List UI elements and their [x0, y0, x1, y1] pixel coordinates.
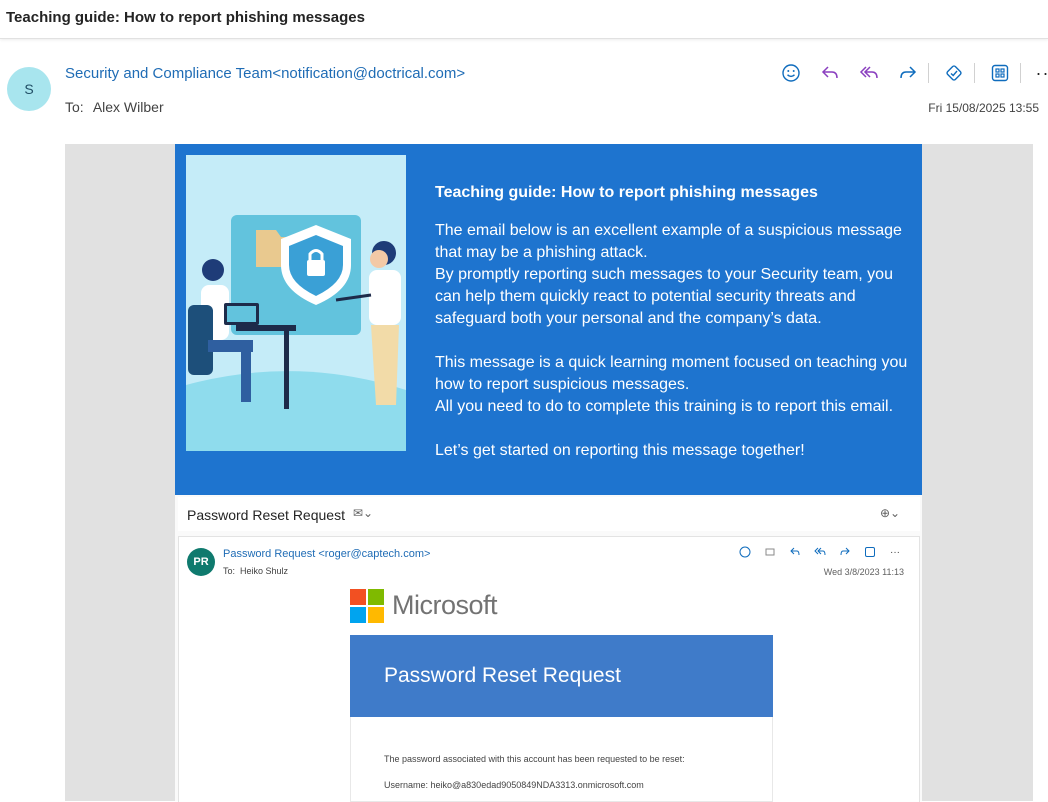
toolbar-divider: [974, 63, 975, 83]
embedded-avatar: PR: [187, 548, 215, 576]
subject-bar: Teaching guide: How to report phishing m…: [0, 0, 1048, 39]
microsoft-logo-icon: [350, 589, 384, 623]
reset-username: Username: heiko@a830edad9050849NDA3313.o…: [384, 780, 644, 790]
banner-text: The email below is an excellent example …: [435, 220, 915, 462]
embedded-date: Wed 3/8/2023 11:13: [823, 567, 904, 577]
banner-title: Teaching guide: How to report phishing m…: [435, 184, 818, 201]
microsoft-brand: Microsoft: [392, 590, 498, 620]
embedded-more-icon: ···: [890, 546, 900, 558]
embedded-emoji-icon: [738, 545, 752, 559]
sender-name[interactable]: Security and Compliance Team<notificatio…: [65, 65, 465, 82]
embedded-tag-icon: [763, 545, 777, 559]
toolbar-divider: [1020, 63, 1021, 83]
recipient-line: To: Alex Wilber: [65, 99, 164, 115]
embedded-reply-icon: [788, 545, 802, 559]
banner-paragraph: All you need to do to complete this trai…: [435, 398, 894, 415]
banner-paragraph: By promptly reporting such messages to y…: [435, 266, 893, 327]
embedded-tag-icon: ✉⌄: [353, 506, 374, 520]
banner-paragraph: Let’s get started on reporting this mess…: [435, 442, 805, 459]
message-actions: ···: [778, 60, 1048, 86]
sender-avatar[interactable]: S: [7, 67, 51, 111]
toolbar-divider: [928, 63, 929, 83]
email-subject: Teaching guide: How to report phishing m…: [6, 9, 365, 26]
reply-all-icon[interactable]: [856, 60, 882, 86]
embedded-zoom-icon: ⊕⌄: [880, 506, 901, 520]
apps-icon[interactable]: [987, 60, 1013, 86]
embedded-sender: Password Request <roger@captech.com>: [223, 548, 431, 560]
reset-banner-title: Password Reset Request: [384, 664, 621, 687]
embedded-forward-icon: [838, 545, 852, 559]
reset-text: The password associated with this accoun…: [384, 754, 685, 764]
embedded-actions: ···: [738, 545, 913, 559]
training-illustration: [186, 155, 406, 451]
email-date: Fri 15/08/2025 13:55: [928, 101, 1039, 115]
emoji-icon[interactable]: [778, 60, 804, 86]
forward-icon[interactable]: [895, 60, 921, 86]
embedded-apps-icon: [863, 545, 877, 559]
more-icon[interactable]: ···: [1033, 60, 1048, 86]
banner-paragraph: The email below is an excellent example …: [435, 222, 902, 261]
banner-paragraph: This message is a quick learning moment …: [435, 354, 908, 393]
phishing-report-icon[interactable]: [941, 60, 967, 86]
embedded-to-label: To:: [223, 566, 236, 576]
embedded-recipient-name: Heiko Shulz: [240, 566, 289, 576]
embedded-reply-all-icon: [813, 545, 827, 559]
embedded-recipient: To: Heiko Shulz: [223, 566, 288, 576]
reply-icon[interactable]: [817, 60, 843, 86]
embedded-subject: Password Reset Request: [187, 507, 345, 523]
recipient-name[interactable]: Alex Wilber: [93, 99, 164, 115]
to-label: To:: [65, 99, 84, 115]
